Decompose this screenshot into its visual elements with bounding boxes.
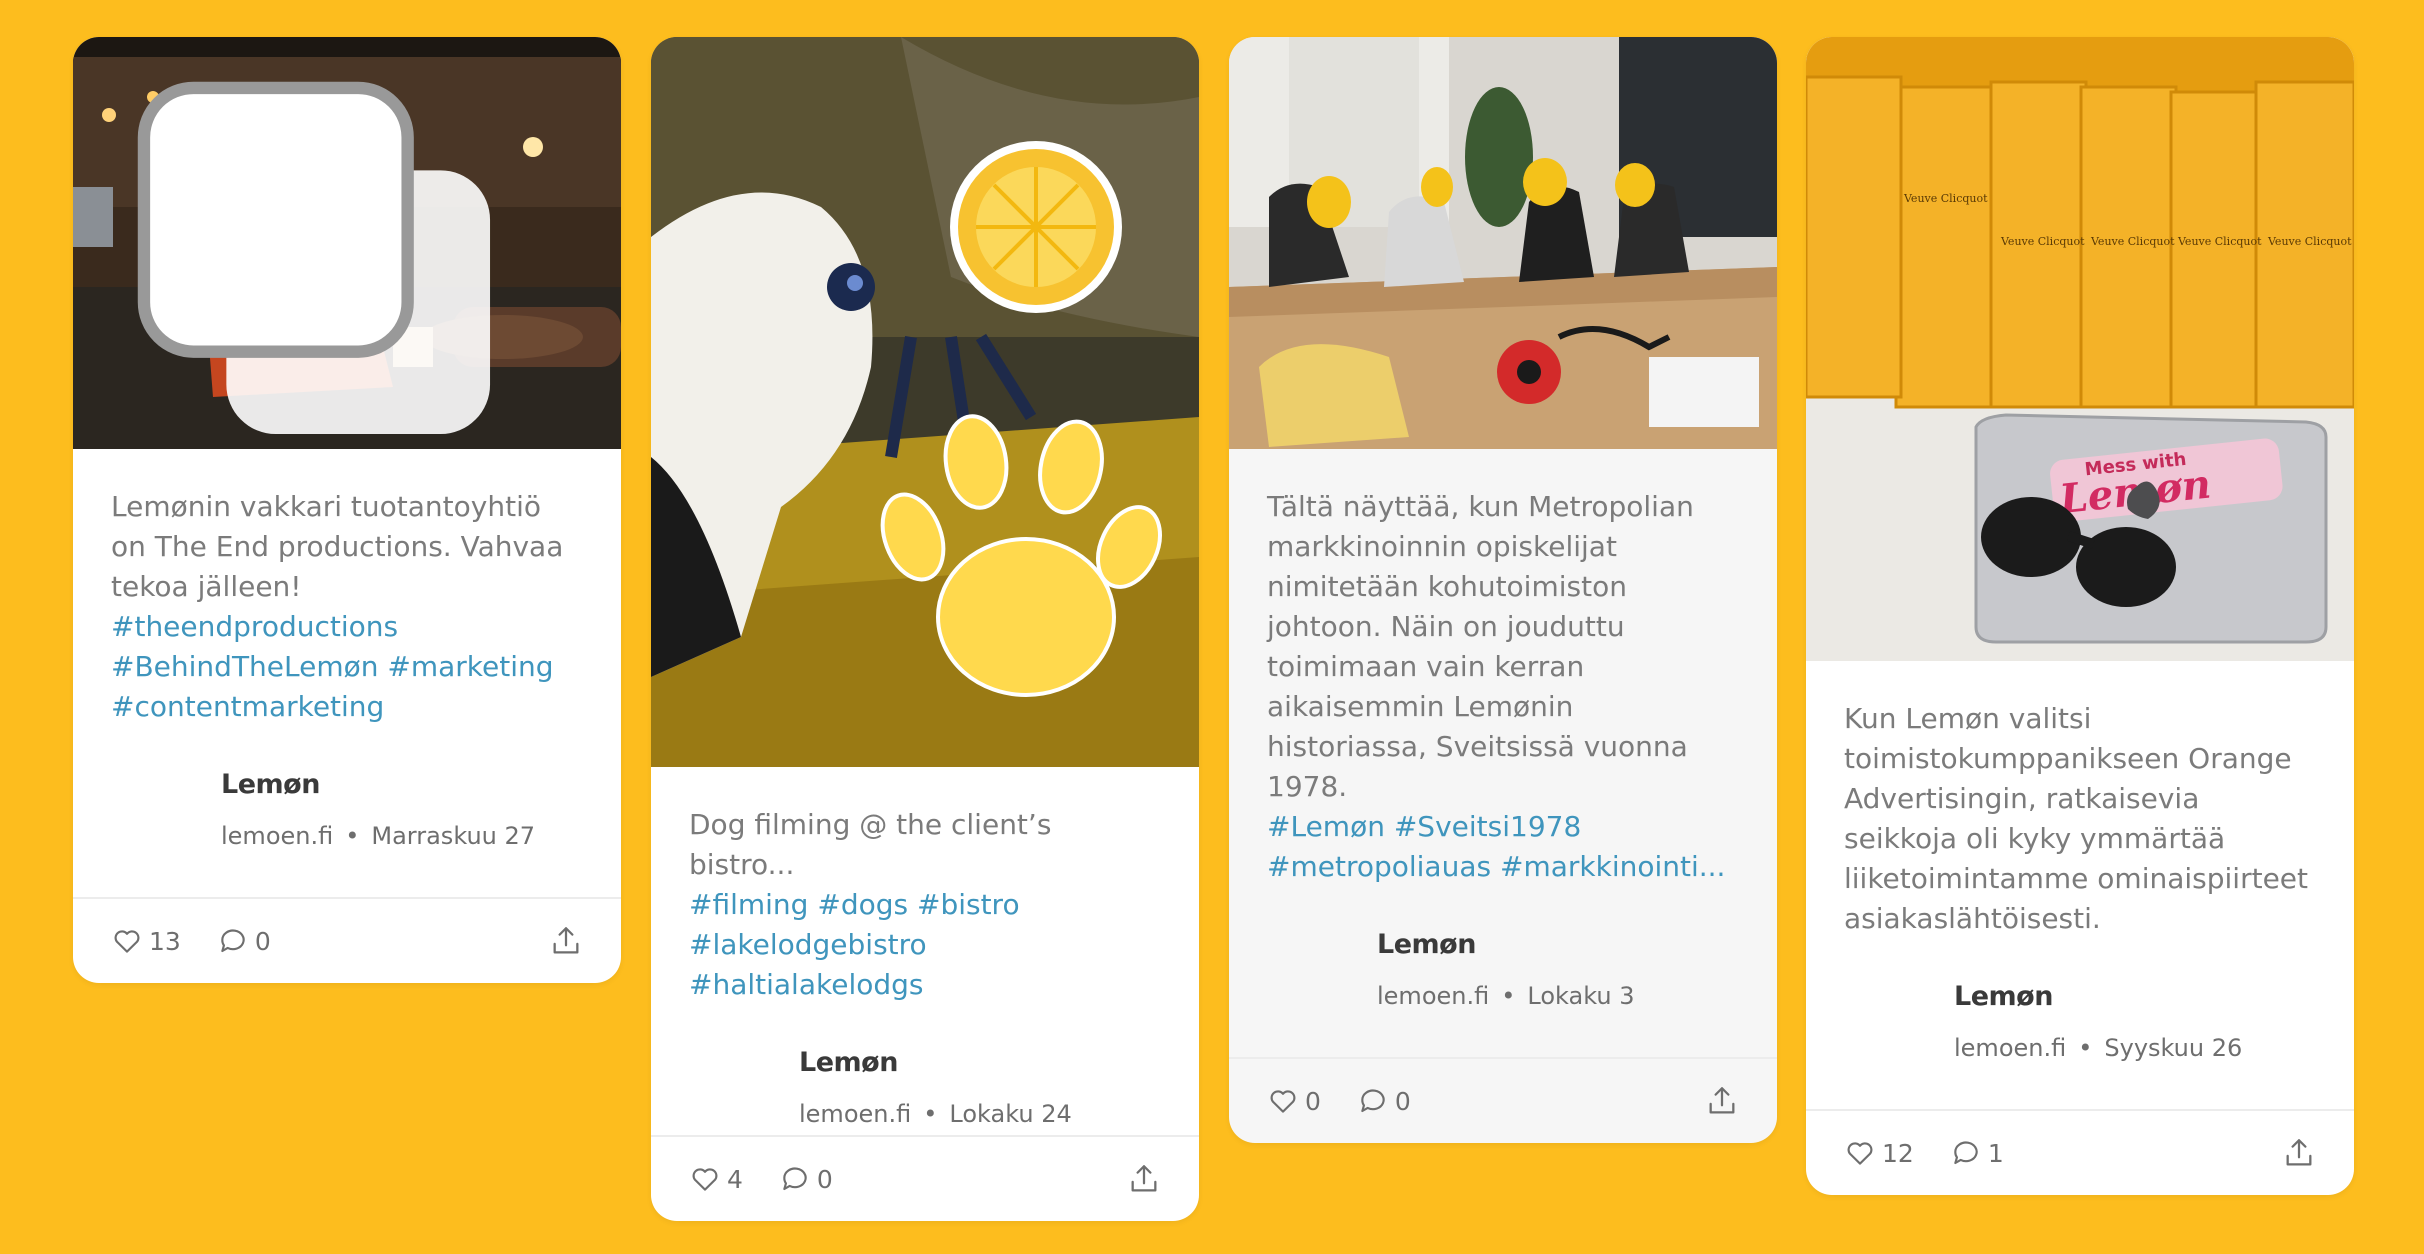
author-name[interactable]: Lemøn <box>1377 929 1739 960</box>
post-date: Lokaku 24 <box>949 1100 1072 1128</box>
comment-icon <box>783 1167 807 1191</box>
comment-button[interactable]: 0 <box>1357 1085 1411 1117</box>
post-footer: 12 1 <box>1806 1109 2354 1195</box>
like-count: 12 <box>1882 1138 1914 1168</box>
comment-button[interactable]: 1 <box>1950 1137 2004 1169</box>
box-brand-text: Veuve Clicquot <box>2267 235 2352 248</box>
post-image[interactable] <box>651 37 1199 767</box>
author-name[interactable]: Lemøn <box>221 769 583 800</box>
author-name[interactable]: Lemøn <box>1954 981 2316 1012</box>
post-caption: Dog filming @ the client’s bistro... <box>689 808 1052 881</box>
post-hashtags: #theendproductions #BehindTheLemøn #mark… <box>111 607 583 727</box>
post-footer: 0 0 <box>1229 1057 1777 1143</box>
like-button[interactable]: 0 <box>1267 1085 1321 1117</box>
box-brand-text: Veuve Clicquot <box>1903 192 1988 205</box>
post-body: Kun Lemøn valitsi toimistokumppanikseen … <box>1806 661 2354 1062</box>
hashtag-link[interactable]: #contentmarketing <box>111 687 583 727</box>
post-card[interactable]: Tältä näyttää, kun Metropolian markkinoi… <box>1229 37 1777 1143</box>
box-brand-text: Veuve Clicquot <box>2090 235 2175 248</box>
post-date: Marraskuu 27 <box>371 822 536 850</box>
hashtag-link[interactable]: #filming #dogs #bistro <box>689 885 1161 925</box>
meta-separator: • <box>2078 1034 2093 1062</box>
post-body: Tältä näyttää, kun Metropolian markkinoi… <box>1229 449 1777 1010</box>
post-caption: Tältä näyttää, kun Metropolian markkinoi… <box>1267 490 1694 803</box>
post-author: Lemøn lemoen.fi • Lokaku 24 <box>689 1005 1161 1128</box>
share-icon[interactable] <box>1705 1084 1739 1118</box>
meta-separator: • <box>923 1100 938 1128</box>
heart-icon <box>692 1168 718 1191</box>
like-count: 0 <box>1305 1086 1321 1116</box>
like-button[interactable]: 13 <box>111 925 181 957</box>
box-brand-text: Veuve Clicquot <box>2000 235 2085 248</box>
heart-icon <box>1270 1090 1296 1113</box>
post-author: Lemøn lemoen.fi • Syyskuu 26 <box>1844 939 2316 1062</box>
post-date: Lokaku 3 <box>1527 982 1635 1010</box>
post-card[interactable]: Lemønin vakkari tuotantoyhtiö on The End… <box>73 37 621 983</box>
author-site[interactable]: lemoen.fi <box>1954 1034 2066 1062</box>
share-icon[interactable] <box>1127 1162 1161 1196</box>
post-footer: 13 0 <box>73 897 621 983</box>
hashtag-link[interactable]: #theendproductions <box>111 607 583 647</box>
post-date: Syyskuu 26 <box>2104 1034 2243 1062</box>
post-hashtags: #Lemøn #Sveitsi1978 #metropoliauas #mark… <box>1267 807 1739 887</box>
heart-icon <box>1847 1142 1873 1165</box>
post-image[interactable]: Veuve Clicquot Veuve Clicquot Veuve Clic… <box>1806 37 2354 661</box>
post-card[interactable]: Dog filming @ the client’s bistro... #fi… <box>651 37 1199 1221</box>
post-body: Lemønin vakkari tuotantoyhtiö on The End… <box>73 449 621 850</box>
like-count: 4 <box>727 1164 743 1194</box>
hashtag-link[interactable]: #BehindTheLemøn #marketing <box>111 647 583 687</box>
author-site[interactable]: lemoen.fi <box>221 822 333 850</box>
hashtag-link[interactable]: #lakelodgebistro <box>689 925 1161 965</box>
like-button[interactable]: 12 <box>1844 1137 1914 1169</box>
like-count: 13 <box>149 926 181 956</box>
post-caption: Lemønin vakkari tuotantoyhtiö on The End… <box>111 490 564 603</box>
post-hashtags: #filming #dogs #bistro #lakelodgebistro … <box>689 885 1161 1005</box>
post-meta: lemoen.fi • Syyskuu 26 <box>1954 1034 2316 1062</box>
post-meta: lemoen.fi • Marraskuu 27 <box>221 822 583 850</box>
multiple-images-icon <box>137 81 491 435</box>
posts-grid: Lemønin vakkari tuotantoyhtiö on The End… <box>0 0 2424 1254</box>
author-site[interactable]: lemoen.fi <box>799 1100 911 1128</box>
hashtag-link[interactable]: #metropoliauas #markkinointi... <box>1267 847 1739 887</box>
post-meta: lemoen.fi • Lokaku 3 <box>1377 982 1739 1010</box>
share-icon[interactable] <box>2282 1136 2316 1170</box>
post-image[interactable] <box>1229 37 1777 449</box>
author-name[interactable]: Lemøn <box>799 1047 1161 1078</box>
comment-icon <box>221 929 245 953</box>
comment-icon <box>1954 1141 1978 1165</box>
post-author: Lemøn lemoen.fi • Marraskuu 27 <box>111 727 583 850</box>
comment-count: 0 <box>1394 1086 1411 1116</box>
comment-count: 1 <box>1987 1138 2004 1168</box>
post-image[interactable] <box>73 37 621 449</box>
like-button[interactable]: 4 <box>689 1163 743 1195</box>
comment-count: 0 <box>816 1164 833 1194</box>
post-author: Lemøn lemoen.fi • Lokaku 3 <box>1267 887 1739 1010</box>
comment-button[interactable]: 0 <box>217 925 271 957</box>
comment-count: 0 <box>254 926 271 956</box>
hashtag-link[interactable]: #haltialakelodgs <box>689 965 1161 1005</box>
hashtag-link[interactable]: #Lemøn #Sveitsi1978 <box>1267 807 1739 847</box>
share-icon[interactable] <box>549 924 583 958</box>
comment-icon <box>1361 1089 1385 1113</box>
box-brand-text: Veuve Clicquot <box>2177 235 2262 248</box>
meta-separator: • <box>1501 982 1516 1010</box>
author-site[interactable]: lemoen.fi <box>1377 982 1489 1010</box>
post-footer: 4 0 <box>651 1135 1199 1221</box>
post-body: Dog filming @ the client’s bistro... #fi… <box>651 767 1199 1128</box>
heart-icon <box>114 930 140 953</box>
comment-button[interactable]: 0 <box>779 1163 833 1195</box>
post-meta: lemoen.fi • Lokaku 24 <box>799 1100 1161 1128</box>
post-caption: Kun Lemøn valitsi toimistokumppanikseen … <box>1844 702 2308 935</box>
meta-separator: • <box>345 822 360 850</box>
post-card[interactable]: Veuve Clicquot Veuve Clicquot Veuve Clic… <box>1806 37 2354 1195</box>
